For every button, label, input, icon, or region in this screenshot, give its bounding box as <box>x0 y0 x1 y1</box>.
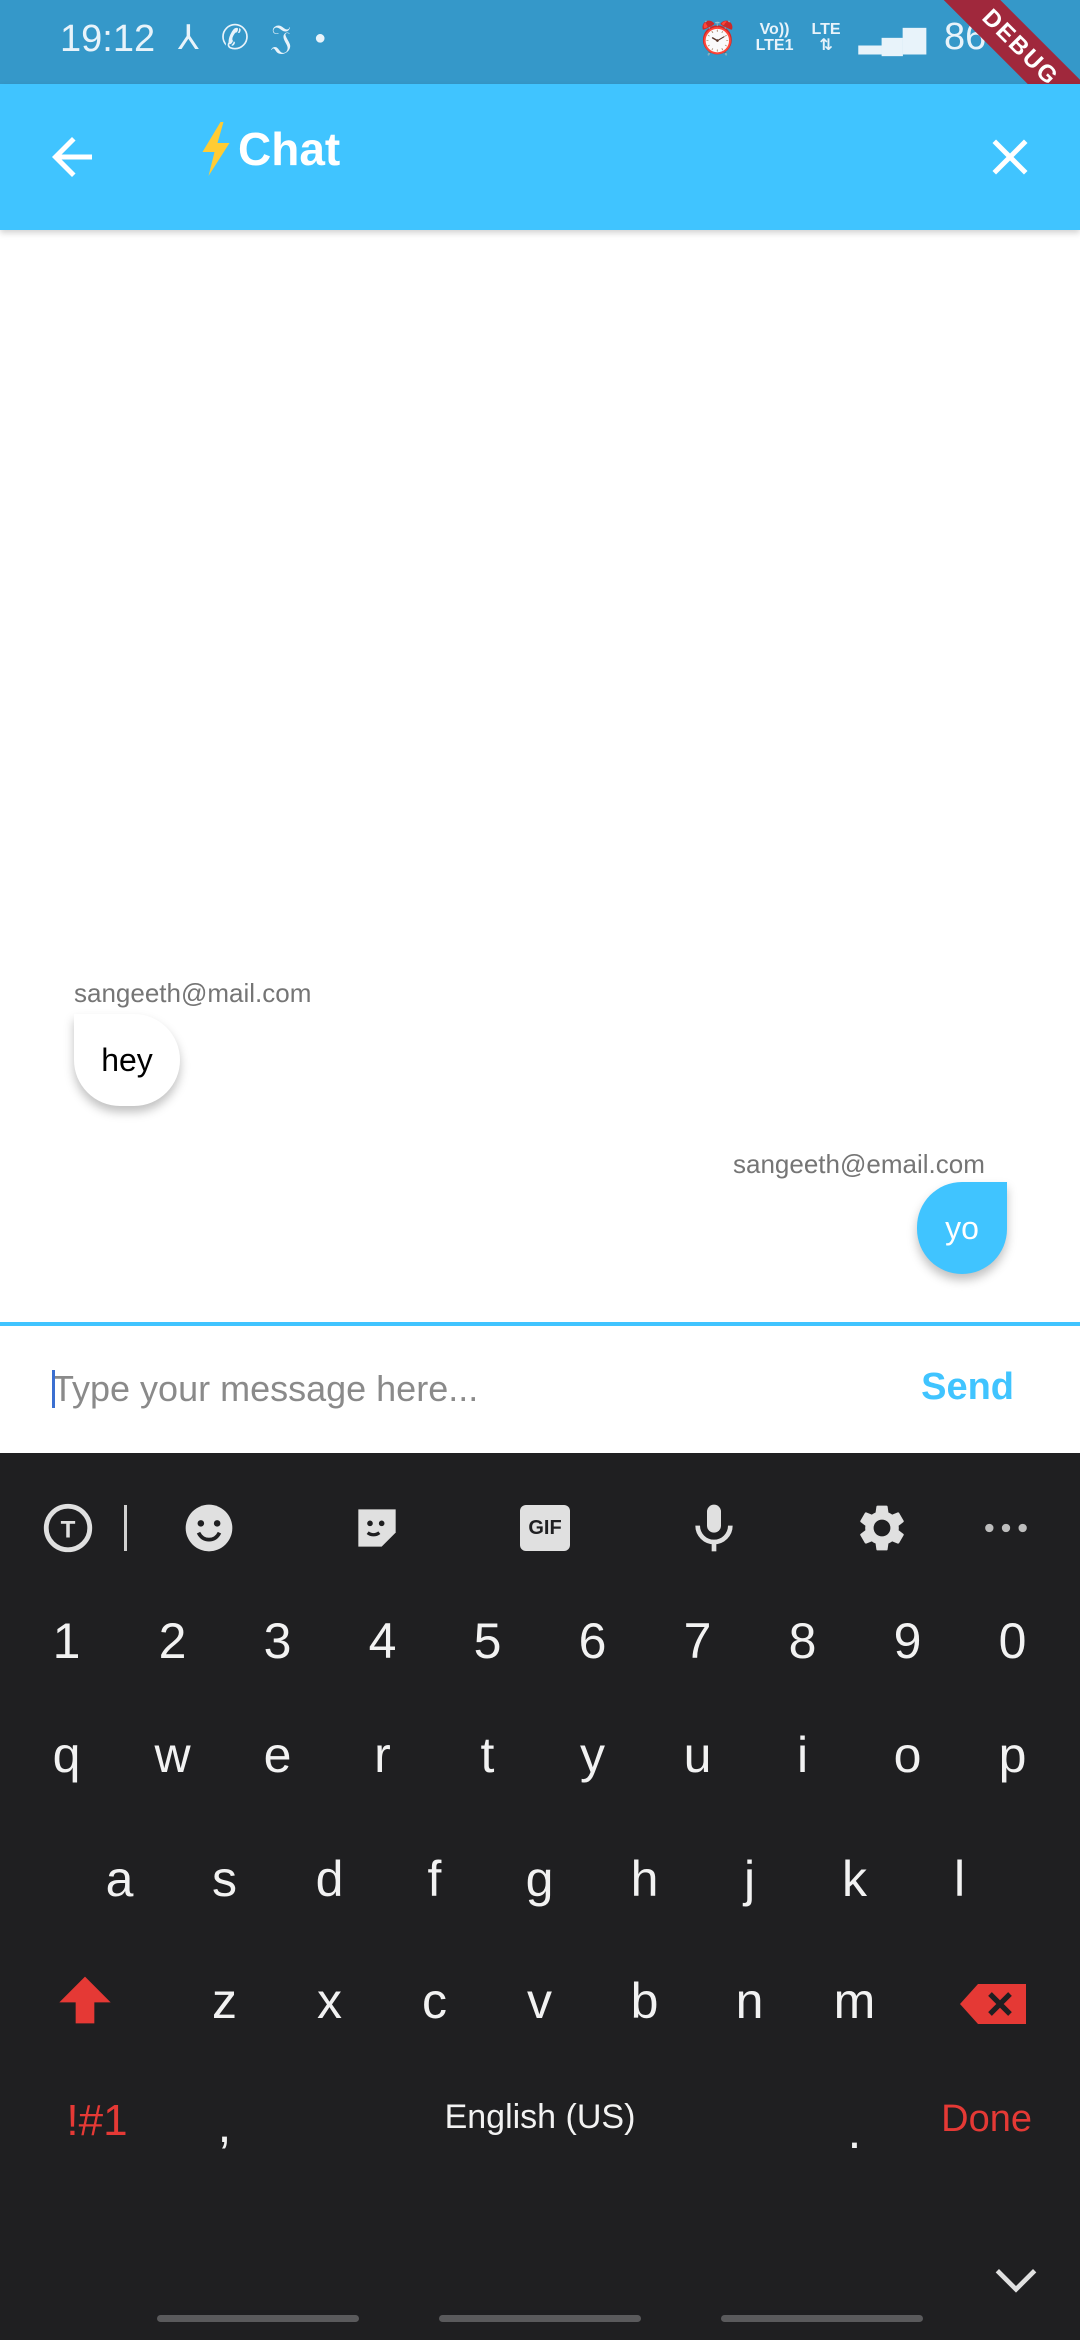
message-sender: sangeeth@email.com <box>733 1149 985 1179</box>
key-a[interactable]: a <box>67 1850 172 1908</box>
app-bar: Chat <box>0 84 1080 230</box>
backspace-key[interactable] <box>940 1978 1045 2036</box>
send-button[interactable]: Send <box>921 1366 1014 1409</box>
key-x[interactable]: x <box>277 1972 382 2030</box>
key-j[interactable]: j <box>697 1850 802 1908</box>
sticker-button[interactable] <box>347 1498 407 1558</box>
done-key[interactable]: Done <box>941 2098 1032 2141</box>
key-s[interactable]: s <box>172 1850 277 1908</box>
key-7[interactable]: 7 <box>645 1612 750 1670</box>
sticker-icon <box>358 1509 396 1547</box>
message-bubble-outgoing[interactable]: yo <box>917 1182 1007 1274</box>
dot-icon: ● <box>314 26 327 49</box>
key-h[interactable]: h <box>592 1850 697 1908</box>
key-r[interactable]: r <box>330 1726 435 1784</box>
nav-gesture-pill <box>721 2315 923 2322</box>
text-translate-button[interactable]: T <box>38 1498 98 1558</box>
close-button[interactable] <box>980 127 1040 187</box>
message-bubble-incoming[interactable]: hey <box>74 1014 180 1106</box>
key-b[interactable]: b <box>592 1972 697 2030</box>
key-k[interactable]: k <box>802 1850 907 1908</box>
space-bar[interactable]: English (US) <box>295 2098 785 2137</box>
text-translate-icon: T <box>43 1503 93 1553</box>
missed-call-icon: ⅄ <box>178 19 199 57</box>
key-5[interactable]: 5 <box>435 1612 540 1670</box>
chevron-down-icon <box>995 2269 1037 2293</box>
key-4[interactable]: 4 <box>330 1612 435 1670</box>
key-z[interactable]: z <box>172 1972 277 2030</box>
text-cursor <box>52 1370 55 1408</box>
key-3[interactable]: 3 <box>225 1612 330 1670</box>
message-text: hey <box>101 1041 153 1078</box>
message-input[interactable] <box>52 1354 882 1424</box>
key-n[interactable]: n <box>697 1972 802 2030</box>
key-2[interactable]: 2 <box>120 1612 225 1670</box>
message-text: yo <box>945 1209 979 1246</box>
alarm-icon: ⏰ <box>697 19 738 56</box>
key-e[interactable]: e <box>225 1726 330 1784</box>
status-notification-icons: ⅄ ✆ 𝔍 ● <box>178 18 326 58</box>
nav-gesture-pill <box>439 2315 641 2322</box>
key-w[interactable]: w <box>120 1726 225 1784</box>
key-i[interactable]: i <box>750 1726 855 1784</box>
backspace-icon <box>959 1984 1026 2024</box>
page-title: Chat <box>238 123 341 175</box>
key-m[interactable]: m <box>802 1972 907 2030</box>
volte-indicator: Vo)) LTE1 <box>755 20 794 54</box>
toolbar-divider <box>124 1505 127 1551</box>
key-u[interactable]: u <box>645 1726 750 1784</box>
key-q[interactable]: q <box>14 1726 119 1784</box>
hide-keyboard-button[interactable] <box>988 2252 1044 2308</box>
close-icon <box>992 139 1028 175</box>
back-button[interactable] <box>42 127 102 187</box>
key-p[interactable]: p <box>960 1726 1065 1784</box>
key-1[interactable]: 1 <box>14 1612 119 1670</box>
lte-indicator: LTE ⇅ <box>811 20 841 54</box>
message-sender: sangeeth@mail.com <box>74 978 312 1008</box>
cricket-app-icon: 𝔍 <box>271 18 293 57</box>
key-9[interactable]: 9 <box>855 1612 960 1670</box>
arrow-left-icon <box>52 137 92 177</box>
emoji-icon <box>185 1504 233 1552</box>
comma-key[interactable]: , <box>172 2096 277 2154</box>
keyboard-settings-button[interactable] <box>852 1498 912 1558</box>
more-options-button[interactable] <box>976 1498 1036 1558</box>
gif-button[interactable]: GIF <box>515 1498 575 1558</box>
key-o[interactable]: o <box>855 1726 960 1784</box>
symbols-key[interactable]: !#1 <box>42 2096 152 2146</box>
lightning-bolt-icon <box>202 122 230 176</box>
signal-icon: ▂▄▆ <box>858 21 926 54</box>
shift-icon <box>58 1976 111 2024</box>
settings-icon <box>860 1505 904 1551</box>
key-v[interactable]: v <box>487 1972 592 2030</box>
nav-gesture-pill <box>157 2315 359 2322</box>
status-time: 19:12 <box>60 18 156 60</box>
period-key[interactable]: . <box>802 2102 907 2160</box>
voice-input-button[interactable] <box>684 1498 744 1558</box>
mic-icon <box>695 1504 733 1552</box>
app-bar-title: Chat <box>198 122 340 176</box>
gif-icon: GIF <box>520 1505 570 1551</box>
key-d[interactable]: d <box>277 1850 382 1908</box>
key-6[interactable]: 6 <box>540 1612 645 1670</box>
status-bar: 19:12 ⅄ ✆ 𝔍 ● ⏰ Vo)) LTE1 LTE ⇅ ▂▄▆ 86% … <box>0 0 1080 84</box>
svg-text:T: T <box>61 1517 76 1544</box>
key-8[interactable]: 8 <box>750 1612 855 1670</box>
key-c[interactable]: c <box>382 1972 487 2030</box>
keyboard-toolbar: T GIF <box>0 1453 1080 1603</box>
whatsapp-icon: ✆ <box>220 19 250 57</box>
message-composer: Send <box>0 1326 1080 1453</box>
key-t[interactable]: t <box>435 1726 540 1784</box>
shift-key[interactable] <box>32 1972 137 2040</box>
emoji-button[interactable] <box>179 1498 239 1558</box>
key-l[interactable]: l <box>907 1850 1012 1908</box>
key-f[interactable]: f <box>382 1850 487 1908</box>
key-g[interactable]: g <box>487 1850 592 1908</box>
key-0[interactable]: 0 <box>960 1612 1065 1670</box>
more-icon <box>985 1523 1027 1533</box>
key-y[interactable]: y <box>540 1726 645 1784</box>
